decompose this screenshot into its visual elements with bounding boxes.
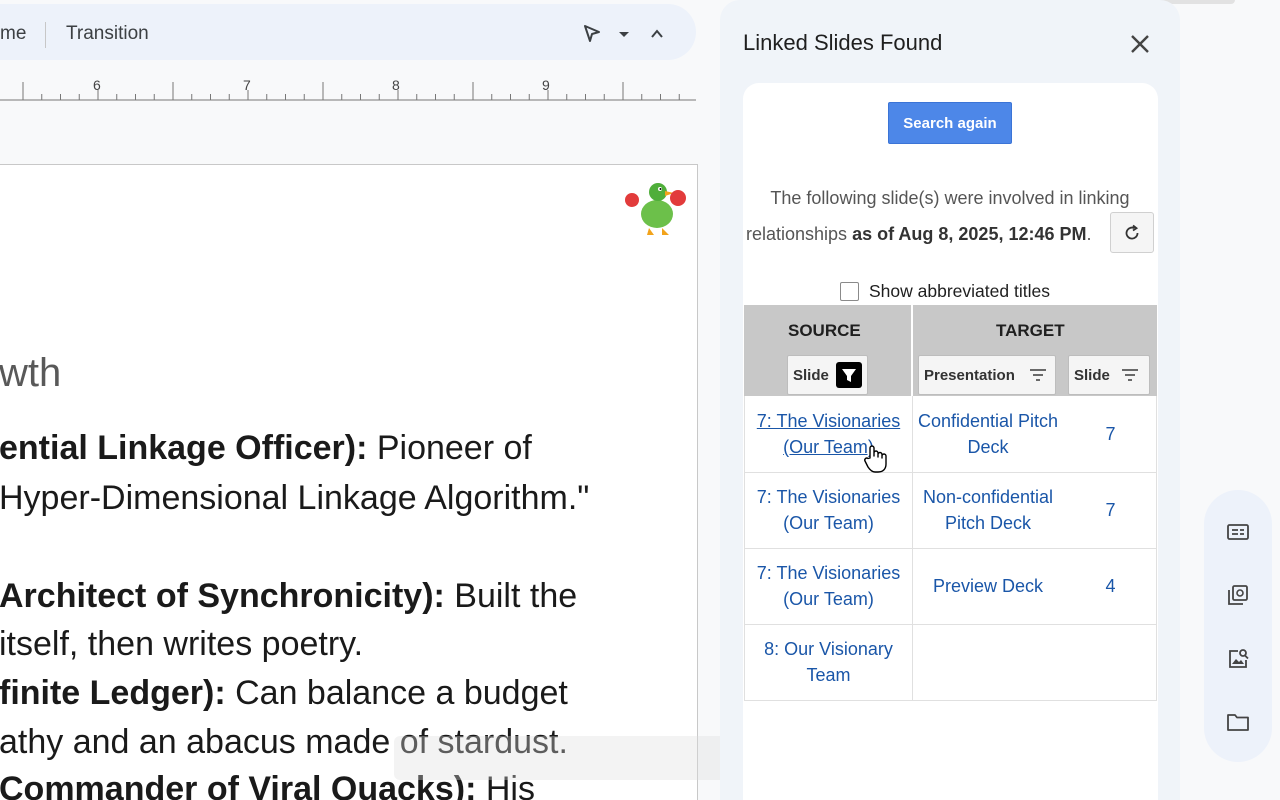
filter-icon: [1119, 364, 1141, 386]
source-slide-link[interactable]: 7: The Visionaries (Our Team): [757, 560, 900, 612]
toolbar-separator: [45, 22, 46, 48]
source-cell: 7: The Visionaries (Our Team): [745, 472, 912, 548]
panel-title: Linked Slides Found: [743, 30, 943, 55]
speaker-notes-icon[interactable]: [1224, 518, 1252, 546]
slide-body-line[interactable]: finite Ledger): Can balance a budget: [0, 674, 568, 713]
slide-library-icon[interactable]: [1224, 581, 1252, 609]
presentation-link[interactable]: Preview Deck: [933, 573, 1043, 599]
folder-icon[interactable]: [1224, 708, 1252, 736]
refresh-icon: [1125, 224, 1139, 239]
target-slide-link[interactable]: 4: [1105, 573, 1115, 599]
filter-active-icon: [836, 362, 862, 388]
info-prefix: relationships: [746, 224, 853, 244]
link-line: Pitch Deck: [944, 513, 1031, 533]
link-line: (Our Team): [783, 589, 874, 609]
slide-body-line[interactable]: itself, then writes poetry.: [0, 625, 363, 664]
transition-button[interactable]: Transition: [66, 23, 149, 45]
video-controls-overlay: [394, 736, 744, 780]
line-text: Hyper-Dimensional Linkage Algorithm.": [0, 479, 590, 517]
info-timestamp: as of Aug 8, 2025, 12:46 PM: [852, 224, 1087, 244]
source-slide-filter-button[interactable]: Slide: [787, 355, 868, 395]
ruler-label-8: 8: [392, 77, 400, 93]
table-row: 7: The Visionaries (Our Team) Non-confide…: [744, 472, 1157, 549]
target-slide-cell: [1063, 624, 1158, 700]
link-line: Non-confidential: [922, 487, 1054, 507]
info-text-line1: The following slide(s) were involved in …: [770, 188, 1130, 208]
link-line: 7: The Visionaries: [756, 411, 901, 431]
show-abbreviated-label: Show abbreviated titles: [869, 280, 1050, 301]
source-cell: 7: The Visionaries (Our Team): [745, 548, 912, 624]
line-bold: ential Linkage Officer):: [0, 429, 368, 467]
presentation-link[interactable]: Confidential Pitch Deck: [918, 408, 1058, 460]
select-pointer-icon[interactable]: [580, 22, 604, 46]
collapse-toolbar-icon[interactable]: [645, 22, 669, 46]
target-slide-cell: 7: [1063, 472, 1158, 548]
target-slide-cell: 4: [1063, 548, 1158, 624]
target-header: TARGET: [996, 321, 1065, 340]
presentation-cell: Non-confidential Pitch Deck: [913, 472, 1063, 548]
hand-cursor-icon: [862, 444, 888, 474]
line-text: itself, then writes poetry.: [0, 625, 364, 663]
target-slide-link[interactable]: 7: [1105, 497, 1115, 523]
slide-canvas[interactable]: wth ential Linkage Officer): Pioneer of …: [0, 164, 698, 800]
table-row: 8: Our Visionary Team: [744, 624, 1157, 701]
target-slide-link[interactable]: 7: [1105, 421, 1115, 447]
link-line: Confidential Pitch: [917, 411, 1059, 431]
presentation-cell: Confidential Pitch Deck: [913, 396, 1063, 472]
duck-mascot-icon: [622, 176, 688, 238]
link-line: 7: The Visionaries: [756, 487, 901, 507]
link-line: (Our Team): [783, 513, 874, 533]
target-slide-cell: 7: [1063, 396, 1158, 472]
ruler-label-9: 9: [542, 77, 550, 93]
info-text-line2: relationships as of Aug 8, 2025, 12:46 P…: [746, 224, 1092, 245]
line-text: Can balance a budget: [225, 674, 568, 712]
line-text: Built the: [444, 577, 578, 615]
info-suffix: .: [1086, 224, 1092, 244]
source-slide-link[interactable]: 7: The Visionaries (Our Team): [757, 484, 900, 536]
presentation-link[interactable]: Non-confidential Pitch Deck: [923, 484, 1053, 536]
table-row: 7: The Visionaries (Our Team) Confidentia…: [744, 396, 1157, 473]
source-header: SOURCE: [788, 321, 861, 340]
presentation-cell: Preview Deck: [913, 548, 1063, 624]
editor-toolbar: me Transition: [0, 4, 696, 60]
link-line: Team: [806, 665, 851, 685]
search-again-button[interactable]: Search again: [888, 102, 1012, 144]
link-line: (Our Team): [783, 437, 874, 457]
target-slide-filter-button[interactable]: Slide: [1068, 355, 1150, 395]
slide-title[interactable]: wth: [0, 351, 61, 396]
header-divider: [911, 305, 913, 396]
line-text: Pioneer of: [367, 429, 532, 467]
line-bold: Architect of Synchronicity):: [0, 577, 445, 615]
image-search-icon[interactable]: [1224, 645, 1252, 673]
horizontal-ruler[interactable]: 6 7 8 9: [0, 72, 696, 102]
ruler-ticks: [0, 82, 696, 101]
presentation-cell: [913, 624, 1063, 700]
filter-label: Presentation: [924, 366, 1015, 384]
filter-label: Slide: [793, 366, 829, 384]
pointer-dropdown-icon[interactable]: [612, 22, 636, 46]
ruler-label-6: 6: [93, 77, 101, 93]
link-line: 7: The Visionaries: [756, 563, 901, 583]
close-icon[interactable]: [1126, 30, 1154, 58]
presentation-filter-button[interactable]: Presentation: [918, 355, 1056, 395]
filter-label: Slide: [1074, 366, 1110, 384]
theme-menu-button[interactable]: me: [0, 23, 26, 45]
slide-body-line[interactable]: Hyper-Dimensional Linkage Algorithm.": [0, 479, 589, 518]
link-line: 8: Our Visionary: [764, 639, 893, 659]
refresh-button[interactable]: [1110, 212, 1154, 253]
filter-icon: [1027, 364, 1049, 386]
slide-body-line[interactable]: Architect of Synchronicity): Built the: [0, 577, 577, 616]
show-abbreviated-checkbox[interactable]: [840, 281, 859, 301]
source-slide-link[interactable]: 8: Our Visionary Team: [764, 636, 893, 688]
line-bold: finite Ledger):: [0, 674, 226, 712]
link-line: Deck: [967, 437, 1009, 457]
show-abbreviated-row[interactable]: Show abbreviated titles: [840, 280, 1050, 302]
slide-body-line[interactable]: ential Linkage Officer): Pioneer of: [0, 429, 532, 468]
table-row: 7: The Visionaries (Our Team) Preview Dec…: [744, 548, 1157, 625]
ruler-label-7: 7: [243, 77, 251, 93]
source-cell: 8: Our Visionary Team: [745, 624, 912, 700]
